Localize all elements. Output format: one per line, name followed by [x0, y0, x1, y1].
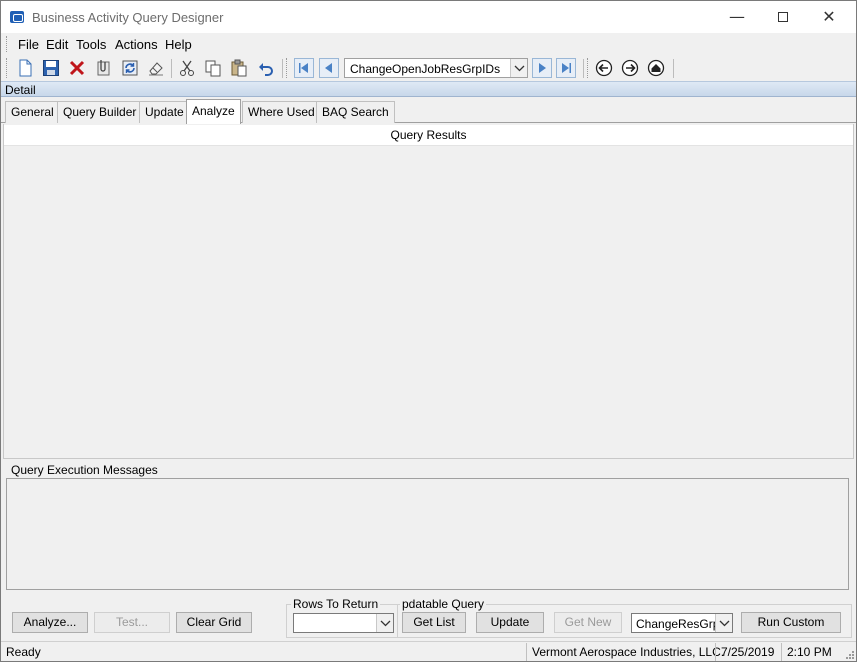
toolbar-separator [673, 59, 674, 78]
status-time: 2:10 PM [781, 643, 837, 661]
results-header: Query Results [4, 125, 853, 146]
chevron-down-icon[interactable] [376, 614, 393, 632]
tab-general[interactable]: General [5, 101, 60, 123]
status-bar: Ready Vermont Aerospace Industries, LLC.… [1, 641, 856, 661]
get-list-button[interactable]: Get List [402, 612, 466, 633]
detail-panel-header: Detail [1, 81, 856, 97]
toolbar-separator [583, 59, 584, 78]
paste-icon[interactable] [230, 59, 248, 77]
menu-bar: File Edit Tools Actions Help [1, 33, 856, 55]
menu-help[interactable]: Help [165, 37, 192, 52]
refresh-icon[interactable] [121, 59, 139, 77]
maximize-button[interactable] [760, 1, 806, 33]
query-id-value: ChangeOpenJobResGrpIDs [350, 62, 501, 76]
results-grid[interactable] [4, 146, 853, 458]
forward-icon[interactable] [621, 59, 639, 77]
clear-icon[interactable] [147, 59, 165, 77]
get-new-button[interactable]: Get New [554, 612, 622, 633]
tab-baq-search[interactable]: BAQ Search [316, 101, 395, 123]
menu-tools[interactable]: Tools [76, 37, 106, 52]
test-button[interactable]: Test... [94, 612, 170, 633]
home-icon[interactable] [647, 59, 665, 77]
chevron-down-icon[interactable] [715, 614, 732, 632]
maximize-icon [778, 12, 788, 22]
status-date: 7/25/2019 [715, 643, 779, 661]
close-button[interactable]: ✕ [806, 1, 852, 33]
analyze-button[interactable]: Analyze... [12, 612, 88, 633]
window-title: Business Activity Query Designer [32, 10, 224, 25]
tab-strip: General Query Builder Update Analyze Whe… [1, 99, 856, 124]
clear-grid-button[interactable]: Clear Grid [176, 612, 252, 633]
cut-icon[interactable] [178, 59, 196, 77]
menu-file[interactable]: File [18, 37, 39, 52]
rows-to-return-combo[interactable] [293, 613, 394, 633]
rows-to-return-label: Rows To Return [291, 597, 381, 611]
toolbar-separator [282, 59, 283, 78]
status-text: Ready [6, 645, 41, 659]
minimize-button[interactable]: — [714, 1, 760, 33]
toolbar-grip[interactable] [587, 58, 589, 78]
toolbar-grip[interactable] [6, 58, 8, 78]
tab-analyze[interactable]: Analyze [186, 99, 241, 124]
last-record-icon[interactable] [556, 58, 576, 78]
copy-icon[interactable] [204, 59, 222, 77]
tab-query-builder[interactable]: Query Builder [57, 101, 143, 123]
attach-icon[interactable] [95, 59, 113, 77]
updatable-query-value: ChangeResGrp [636, 617, 720, 631]
first-record-icon[interactable] [294, 58, 314, 78]
updatable-query-label: pdatable Query [400, 597, 487, 611]
run-custom-button[interactable]: Run Custom [741, 612, 841, 633]
title-bar[interactable]: Business Activity Query Designer — ✕ [1, 1, 856, 33]
back-icon[interactable] [595, 59, 613, 77]
delete-icon[interactable] [68, 59, 86, 77]
app-icon [10, 11, 24, 23]
tab-update[interactable]: Update [139, 101, 190, 123]
next-record-icon[interactable] [532, 58, 552, 78]
menu-grip[interactable] [6, 36, 8, 52]
menu-actions[interactable]: Actions [115, 37, 158, 52]
previous-record-icon[interactable] [319, 58, 339, 78]
toolbar-separator [171, 59, 172, 78]
chevron-down-icon[interactable] [510, 59, 527, 77]
application-window: Business Activity Query Designer — ✕ Fil… [0, 0, 857, 662]
toolbar-grip[interactable] [286, 58, 288, 78]
new-icon[interactable] [16, 59, 34, 77]
query-id-combo[interactable]: ChangeOpenJobResGrpIDs [344, 58, 528, 78]
update-button[interactable]: Update [476, 612, 544, 633]
undo-icon[interactable] [257, 59, 275, 77]
toolbar: ChangeOpenJobResGrpIDs [1, 55, 856, 81]
menu-edit[interactable]: Edit [46, 37, 68, 52]
updatable-query-combo[interactable]: ChangeResGrp [631, 613, 733, 633]
messages-label: Query Execution Messages [11, 463, 158, 477]
status-company: Vermont Aerospace Industries, LLC. [526, 643, 729, 661]
detail-label: Detail [5, 83, 36, 97]
tab-where-used[interactable]: Where Used [242, 101, 321, 123]
resize-grip-icon[interactable] [844, 649, 854, 659]
save-icon[interactable] [42, 59, 60, 77]
messages-box[interactable] [6, 478, 849, 590]
